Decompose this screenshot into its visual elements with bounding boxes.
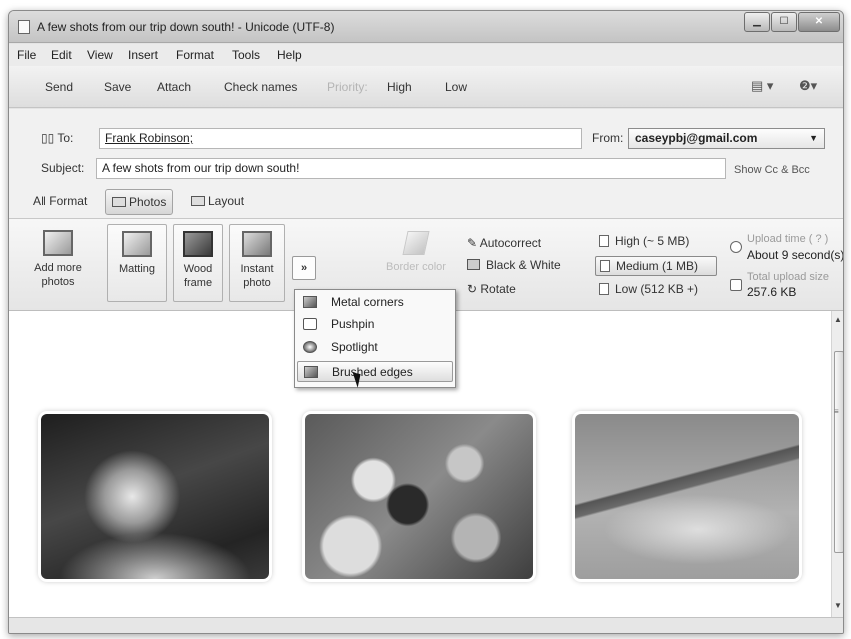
minimize-button[interactable]: ▁ — [744, 12, 770, 32]
waterfall-photo[interactable] — [41, 414, 269, 579]
more-styles-button[interactable]: » — [292, 256, 316, 280]
border-color-button: Border color — [377, 231, 455, 273]
black-white-button[interactable]: Black & White — [467, 258, 561, 272]
menu-file[interactable]: File — [17, 48, 36, 62]
rotate-button[interactable]: ↻ Rotate — [467, 282, 516, 296]
menu-view[interactable]: View — [87, 48, 113, 62]
show-cc-bcc-link[interactable]: Show Cc & Bcc — [734, 164, 810, 176]
add-more-label-2: photos — [41, 276, 75, 288]
pushpin-option[interactable]: Pushpin — [297, 314, 453, 335]
upload-time-value: About 9 second(s) — [747, 248, 844, 262]
photos-icon — [112, 197, 126, 207]
wood-frame-label-1: Wood — [183, 263, 213, 275]
pushpin-icon — [303, 318, 317, 330]
file-size-icon — [730, 279, 742, 291]
tab-format[interactable]: A‖ Format — [29, 189, 87, 215]
size-high-option[interactable]: High (~ 5 MB) — [595, 232, 717, 252]
instant-photo-style[interactable]: Instant photo — [229, 224, 285, 302]
check-names-button[interactable]: Check names — [224, 80, 297, 94]
size-medium-option[interactable]: Medium (1 MB) — [595, 256, 717, 276]
spotlight-icon — [303, 341, 317, 353]
window-title: A few shots from our trip down south! - … — [37, 20, 335, 34]
priority-high-button[interactable]: High — [387, 80, 412, 94]
instant-photo-label-2: photo — [243, 277, 271, 289]
vertical-scrollbar[interactable]: ▲ ≡ ▼ — [831, 311, 843, 617]
chevron-down-icon: ▼ — [809, 133, 818, 143]
instant-photo-thumb-icon — [242, 231, 272, 257]
priority-label: Priority: — [327, 80, 368, 94]
wood-frame-thumb-icon — [183, 231, 213, 257]
brushed-edges-option[interactable]: Brushed edges — [297, 361, 453, 382]
instant-photo-label-1: Instant — [240, 263, 274, 275]
menu-bar: File Edit View Insert Format Tools Help — [9, 44, 843, 66]
help-icon[interactable]: ❷▾ — [799, 78, 817, 94]
size-low-icon — [599, 283, 609, 295]
matting-label: Matting — [118, 263, 156, 275]
attach-button[interactable]: Attach — [157, 80, 191, 94]
document-icon[interactable]: ▤ ▾ — [751, 78, 773, 94]
to-field[interactable]: Frank Robinson; — [99, 128, 582, 149]
wood-frame-style[interactable]: Wood frame — [173, 224, 223, 302]
menu-help[interactable]: Help — [277, 48, 302, 62]
border-color-label: Border color — [386, 261, 446, 273]
subject-field[interactable]: A few shots from our trip down south! — [96, 158, 726, 179]
metal-corners-option[interactable]: Metal corners — [297, 292, 453, 313]
format-icon: A‖ — [33, 194, 50, 208]
tab-photos[interactable]: Photos — [105, 189, 174, 215]
toolbar: Send Save Attach Check names Priority: H… — [9, 66, 843, 108]
size-low-option[interactable]: Low (512 KB +) — [595, 280, 717, 300]
status-bar — [9, 617, 843, 633]
to-label[interactable]: ▯▯ To: — [41, 131, 73, 145]
size-medium-icon — [600, 260, 610, 272]
save-button[interactable]: Save — [104, 80, 131, 94]
airplane-wing-photo[interactable] — [575, 414, 799, 579]
brushed-edges-icon — [304, 366, 318, 378]
border-style-dropdown: Metal corners Pushpin Spotlight Brushed … — [294, 289, 456, 388]
maximize-button[interactable]: ☐ — [771, 12, 797, 32]
address-book-icon: ▯▯ — [41, 131, 58, 145]
from-value: caseypbj@gmail.com — [635, 131, 758, 145]
size-high-icon — [599, 235, 609, 247]
send-button[interactable]: Send — [45, 80, 73, 94]
paint-bucket-icon — [402, 231, 430, 255]
from-select[interactable]: caseypbj@gmail.com ▼ — [628, 128, 825, 149]
scrollbar-thumb[interactable] — [834, 351, 843, 553]
upload-time-label[interactable]: Upload time ( ? ) — [747, 233, 828, 245]
menu-edit[interactable]: Edit — [51, 48, 72, 62]
matting-thumb-icon — [122, 231, 152, 257]
title-bar: A few shots from our trip down south! - … — [9, 11, 843, 43]
priority-low-button[interactable]: Low — [445, 80, 467, 94]
scroll-down-arrow-icon[interactable]: ▼ — [834, 601, 842, 610]
document-icon — [18, 20, 30, 34]
rotate-icon: ↻ — [467, 282, 481, 296]
from-label: From: — [592, 131, 624, 145]
menu-tools[interactable]: Tools — [232, 48, 260, 62]
close-button[interactable]: ✕ — [798, 12, 840, 32]
metal-corners-icon — [303, 296, 317, 308]
matting-style[interactable]: Matting — [107, 224, 167, 302]
add-more-label-1: Add more — [34, 262, 82, 274]
flower-photo[interactable] — [305, 414, 533, 579]
total-size-value: 257.6 KB — [747, 285, 797, 299]
wand-icon: ✎ — [467, 236, 480, 250]
layout-icon — [191, 196, 205, 206]
black-white-icon — [467, 259, 480, 270]
autocorrect-button[interactable]: ✎ Autocorrect — [467, 236, 541, 250]
add-more-photos-button[interactable]: Add more photos — [23, 224, 93, 302]
spotlight-option[interactable]: Spotlight — [297, 337, 453, 358]
total-size-label: Total upload size — [747, 271, 829, 283]
scroll-up-arrow-icon[interactable]: ▲ — [834, 315, 842, 324]
menu-insert[interactable]: Insert — [128, 48, 158, 62]
scrollbar-grip-icon: ≡ — [834, 407, 839, 416]
tab-layout[interactable]: Layout — [187, 189, 244, 215]
menu-format[interactable]: Format — [176, 48, 214, 62]
add-photos-icon — [43, 230, 73, 256]
wood-frame-label-2: frame — [183, 277, 213, 289]
compose-window: A few shots from our trip down south! - … — [8, 10, 844, 634]
clock-icon — [730, 241, 742, 253]
subject-label: Subject: — [41, 161, 85, 175]
message-header: ▯▯ To: Frank Robinson; From: caseypbj@gm… — [9, 109, 843, 219]
